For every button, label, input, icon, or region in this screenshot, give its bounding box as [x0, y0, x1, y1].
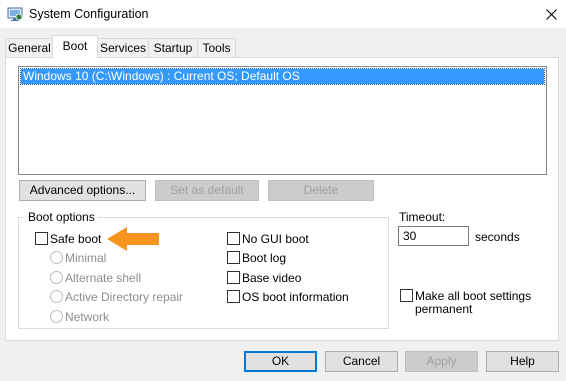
os-boot-information-label[interactable]: OS boot information: [242, 290, 349, 304]
tab-boot[interactable]: Boot: [52, 35, 98, 58]
title-bar: System Configuration: [0, 0, 566, 28]
safe-boot-label[interactable]: Safe boot: [50, 232, 101, 246]
os-boot-information-checkbox[interactable]: [227, 290, 240, 303]
cancel-button[interactable]: Cancel: [325, 351, 398, 372]
timeout-input[interactable]: 30: [398, 226, 469, 246]
system-configuration-window: System Configuration General Boot Servic…: [0, 0, 566, 381]
advanced-options-button[interactable]: Advanced options...: [19, 180, 146, 201]
system-config-icon: [7, 7, 23, 21]
active-directory-repair-radio[interactable]: [50, 290, 63, 303]
tab-startup[interactable]: Startup: [148, 38, 198, 57]
make-permanent-label-line2[interactable]: permanent: [415, 302, 472, 316]
timeout-label: Timeout:: [399, 210, 446, 224]
apply-button[interactable]: Apply: [405, 351, 478, 372]
no-gui-boot-checkbox[interactable]: [227, 232, 240, 245]
set-as-default-button[interactable]: Set as default: [155, 180, 259, 201]
delete-button[interactable]: Delete: [268, 180, 374, 201]
orange-arrow-icon: [107, 227, 159, 251]
tab-general[interactable]: General: [5, 38, 54, 57]
boot-log-label[interactable]: Boot log: [242, 251, 286, 265]
safe-boot-checkbox[interactable]: [35, 232, 48, 245]
minimal-radio[interactable]: [50, 251, 63, 264]
os-list-item[interactable]: Windows 10 (C:\Windows) : Current OS; De…: [20, 68, 545, 85]
network-radio[interactable]: [50, 310, 63, 323]
make-permanent-checkbox[interactable]: [400, 289, 413, 302]
alternate-shell-label: Alternate shell: [65, 271, 142, 285]
timeout-unit-label: seconds: [475, 230, 520, 244]
make-permanent-label-line1[interactable]: Make all boot settings: [415, 289, 531, 303]
os-list[interactable]: Windows 10 (C:\Windows) : Current OS; De…: [18, 66, 547, 175]
ok-button[interactable]: OK: [244, 351, 317, 372]
network-label: Network: [65, 310, 110, 324]
boot-options-label: Boot options: [25, 210, 98, 224]
close-icon: [545, 8, 557, 20]
base-video-label[interactable]: Base video: [242, 271, 301, 285]
tab-services[interactable]: Services: [97, 38, 149, 57]
help-button[interactable]: Help: [486, 351, 559, 372]
tab-tools[interactable]: Tools: [197, 38, 236, 57]
minimal-label: Minimal: [65, 251, 107, 265]
close-button[interactable]: [536, 0, 566, 28]
base-video-checkbox[interactable]: [227, 271, 240, 284]
window-title: System Configuration: [29, 7, 149, 21]
boot-log-checkbox[interactable]: [227, 251, 240, 264]
active-directory-repair-label: Active Directory repair: [65, 290, 184, 304]
no-gui-boot-label[interactable]: No GUI boot: [242, 232, 309, 246]
alternate-shell-radio[interactable]: [50, 271, 63, 284]
